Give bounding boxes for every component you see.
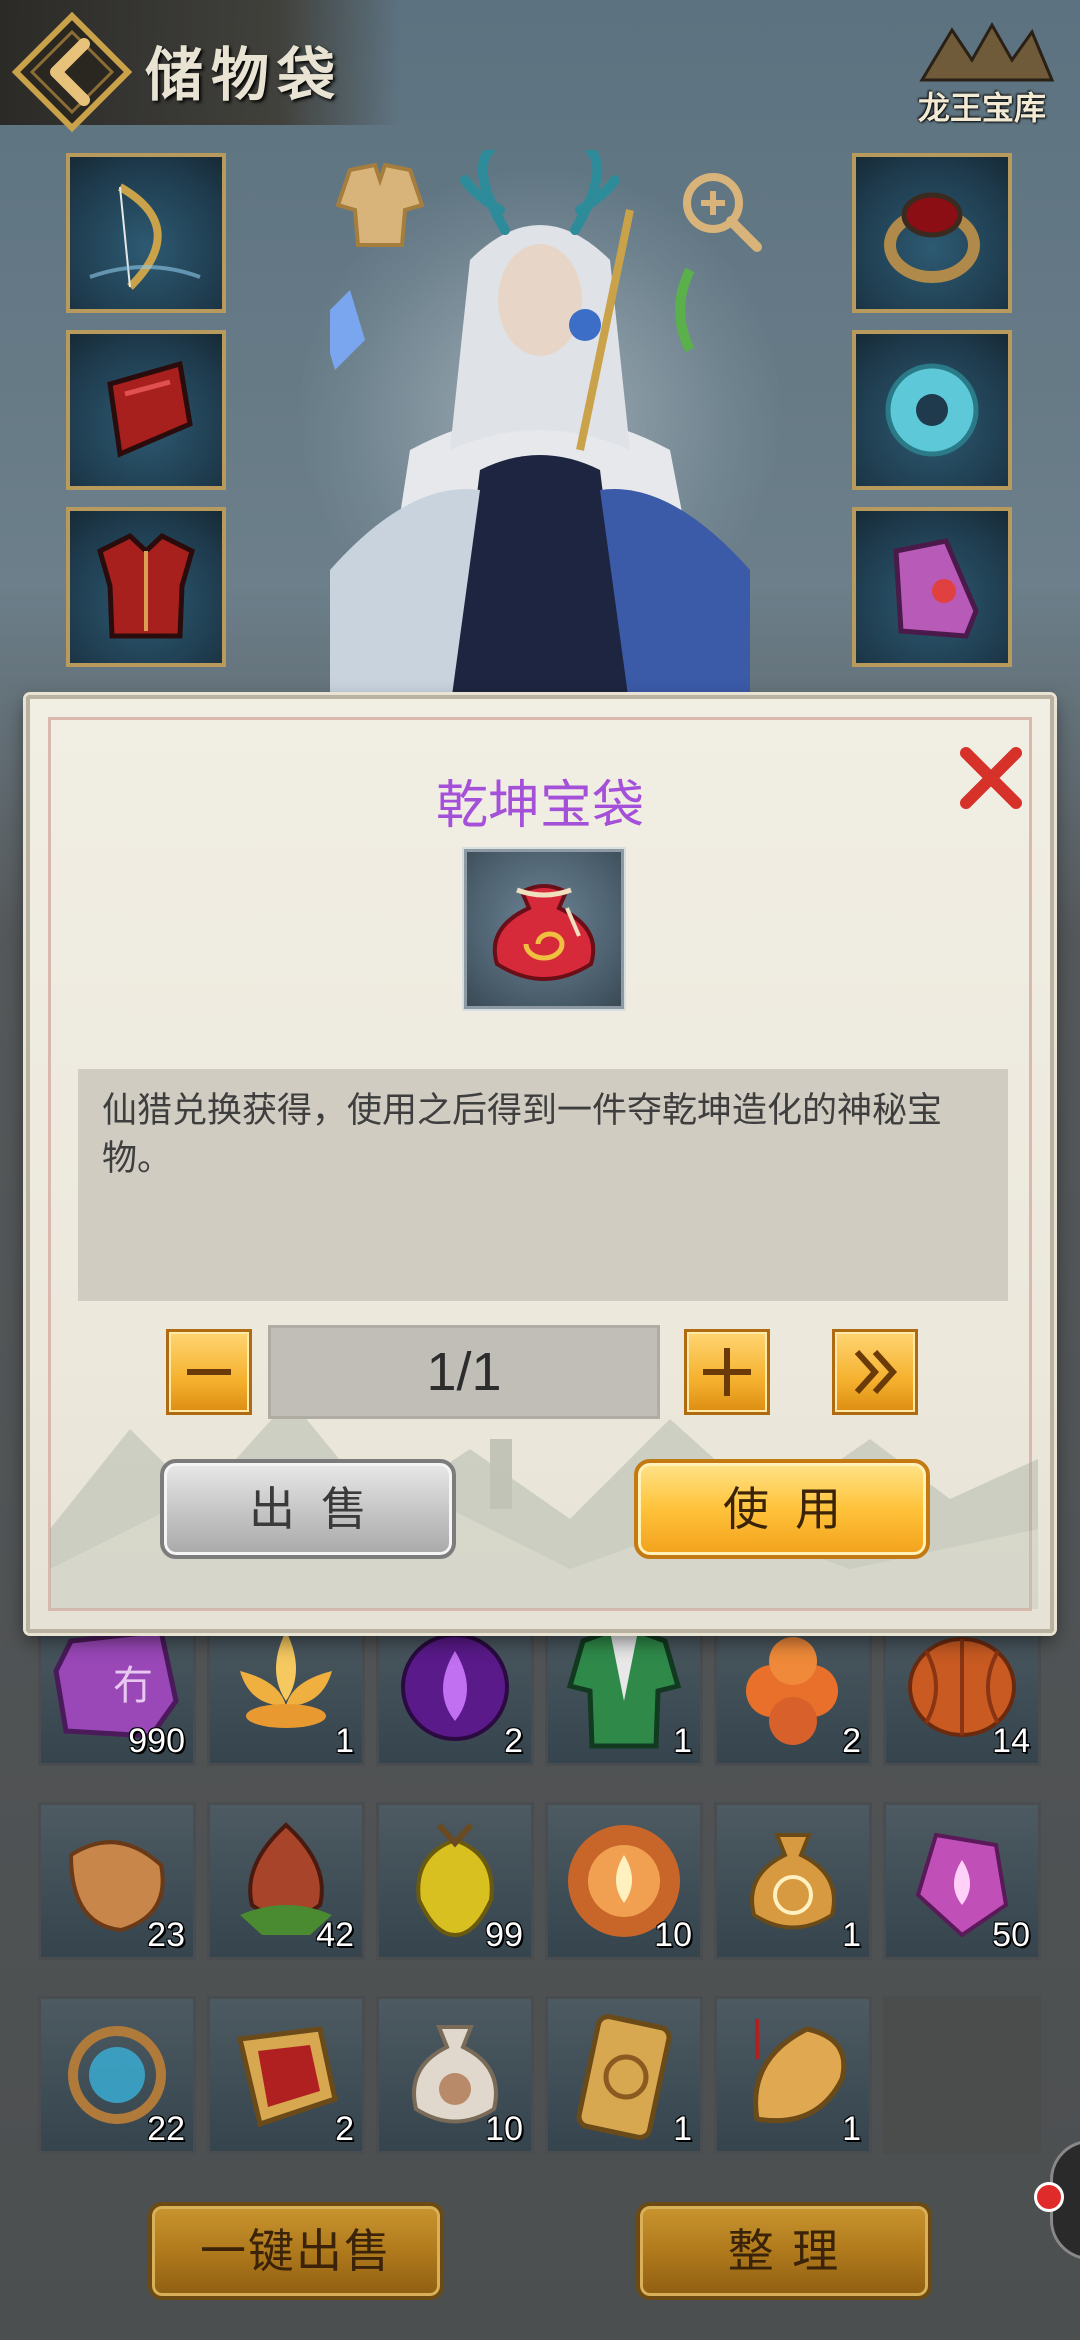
dragon-emblem-icon — [919, 21, 1055, 82]
item-description-box: 仙猎兑换获得，使用之后得到一件夺乾坤造化的神秘宝物。 — [78, 1069, 1008, 1301]
longwang-treasury-logo: 龙王宝库 — [902, 20, 1062, 135]
inventory-slot[interactable]: 99 — [376, 1802, 534, 1960]
item-count: 1 — [842, 1916, 861, 1954]
equip-slot-armor[interactable] — [66, 507, 226, 667]
item-count: 1 — [842, 2110, 861, 2148]
item-detail-dialog: 乾坤宝袋 仙猎兑换获得，使用之后得到一件夺乾坤造化的神秘宝物。 1/1 出售 使… — [26, 695, 1054, 1633]
item-name: 乾坤宝袋 — [435, 776, 644, 836]
item-count: 42 — [316, 1916, 354, 1954]
inventory-slot[interactable]: 50 — [883, 1802, 1041, 1960]
item-count: 10 — [485, 2110, 523, 2148]
red-treasure-bag-icon — [492, 884, 596, 981]
inventory-slot[interactable]: 1 — [545, 1996, 703, 2154]
item-count: 99 — [485, 1916, 523, 1954]
equip-slot-bracer[interactable] — [66, 330, 226, 490]
inventory-slot[interactable]: 10 — [376, 1996, 534, 2154]
red-bracer-icon — [107, 360, 193, 458]
item-count: 1 — [673, 2110, 692, 2148]
jade-disc-icon — [885, 363, 979, 457]
inventory-slot[interactable]: 23 — [38, 1802, 196, 1960]
equip-slot-boots[interactable] — [852, 507, 1012, 667]
minus-icon — [187, 1369, 231, 1375]
item-count: 10 — [654, 1916, 692, 1954]
bow-icon — [89, 183, 201, 290]
page-title: 储物袋 — [145, 41, 344, 109]
sort-button[interactable]: 整 理 — [636, 2202, 932, 2300]
double-chevron-right-icon — [854, 1349, 898, 1395]
max-quantity-button[interactable] — [832, 1329, 918, 1415]
item-count: 2 — [335, 2110, 354, 2148]
item-count: 2 — [504, 1722, 523, 1760]
item-count: 1 — [673, 1722, 692, 1760]
inventory-slot[interactable]: 2 — [207, 1996, 365, 2154]
decrease-quantity-button[interactable] — [166, 1329, 252, 1415]
purple-boot-icon — [893, 538, 979, 639]
logo-text: 龙王宝库 — [917, 89, 1046, 127]
item-description: 仙猎兑换获得，使用之后得到一件夺乾坤造化的神秘宝物。 — [102, 1091, 943, 1179]
item-count: 22 — [147, 2110, 185, 2148]
plus-icon — [703, 1348, 751, 1396]
red-armor-icon — [97, 532, 195, 639]
close-button[interactable] — [954, 741, 1028, 815]
item-count: 2 — [842, 1722, 861, 1760]
notification-dot — [1034, 2182, 1064, 2212]
item-count: 990 — [128, 1722, 185, 1760]
item-icon-frame — [464, 849, 624, 1009]
equip-slot-jade[interactable] — [852, 330, 1012, 490]
item-count: 23 — [147, 1916, 185, 1954]
item-count: 14 — [992, 1722, 1030, 1760]
use-button[interactable]: 使用 — [634, 1459, 930, 1559]
sell-button[interactable]: 出售 — [160, 1459, 456, 1559]
inventory-slot[interactable]: 22 — [38, 1996, 196, 2154]
increase-quantity-button[interactable] — [684, 1329, 770, 1415]
equip-slot-weapon[interactable] — [66, 153, 226, 313]
equip-slot-ring[interactable] — [852, 153, 1012, 313]
quantity-display: 1/1 — [268, 1325, 660, 1419]
robe-outline-icon — [335, 162, 425, 247]
item-count: 1 — [335, 1722, 354, 1760]
inventory-slot[interactable]: 42 — [207, 1802, 365, 1960]
inventory-slot[interactable]: 1 — [714, 1802, 872, 1960]
inventory-slot[interactable]: 1 — [714, 1996, 872, 2154]
inventory-slot[interactable]: 10 — [545, 1802, 703, 1960]
inventory-slot-empty[interactable] — [883, 1996, 1041, 2154]
item-count: 50 — [992, 1916, 1030, 1954]
svg-text:冇: 冇 — [113, 1663, 153, 1709]
magnify-plus-icon — [683, 173, 762, 252]
ruby-ring-icon — [884, 192, 980, 283]
back-button[interactable] — [12, 12, 132, 132]
sell-all-button[interactable]: 一键出售 — [148, 2202, 444, 2300]
